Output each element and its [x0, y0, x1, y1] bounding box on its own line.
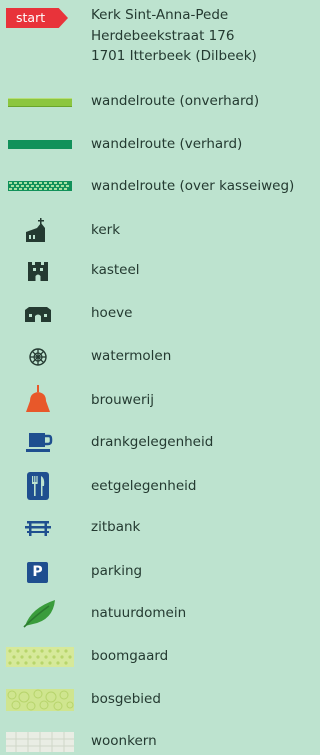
- legend-item-food: eetgelegenheid: [0, 472, 317, 500]
- legend-item-route-cobblestone: wandelroute (over kasseiweg): [0, 177, 317, 197]
- legend-label: kasteel: [91, 262, 140, 278]
- legend-item-route-unpaved: wandelroute (onverhard): [0, 92, 317, 112]
- fork-knife-icon: [27, 472, 49, 500]
- legend-item-orchard: boomgaard: [0, 646, 317, 668]
- brewery-icon: [26, 385, 50, 412]
- legend-item-residential: woonkern: [0, 731, 317, 753]
- residential-pattern: [6, 732, 74, 752]
- orchard-pattern: [6, 647, 74, 667]
- start-address-line-3: 1701 Itterbeek (Dilbeek): [91, 48, 257, 64]
- castle-icon: [28, 262, 48, 281]
- legend-item-church: kerk: [0, 218, 317, 244]
- legend-item-watermill: watermolen: [0, 346, 317, 368]
- legend-label: wandelroute (over kasseiweg): [91, 178, 295, 194]
- watermill-icon: [29, 348, 47, 366]
- legend-label: wandelroute (verhard): [91, 136, 243, 152]
- start-address-line-2: Herdebeekstraat 176: [91, 28, 235, 44]
- bench-icon: [25, 521, 51, 536]
- parking-icon: P: [27, 562, 48, 583]
- start-tag: start: [6, 8, 68, 28]
- legend-item-drinks: drankgelegenheid: [0, 431, 317, 455]
- legend-label: wandelroute (onverhard): [91, 93, 260, 109]
- legend-label: bosgebied: [91, 691, 161, 707]
- legend-label: kerk: [91, 222, 121, 238]
- legend-item-forest: bosgebied: [0, 688, 317, 712]
- legend-item-bench: zitbank: [0, 518, 317, 538]
- legend-label: parking: [91, 563, 143, 579]
- route-paved-line: [8, 140, 72, 149]
- start-address-line-1: Kerk Sint-Anna-Pede: [91, 7, 229, 23]
- forest-pattern: [6, 689, 74, 711]
- legend-label: drankgelegenheid: [91, 434, 214, 450]
- cup-icon: [26, 433, 53, 452]
- legend-label: watermolen: [91, 348, 172, 364]
- legend-label: natuurdomein: [91, 605, 187, 621]
- legend-item-farm: hoeve: [0, 304, 317, 324]
- legend-item-castle: kasteel: [0, 259, 317, 283]
- legend-item-route-paved: wandelroute (verhard): [0, 135, 317, 155]
- legend-item-brewery: brouwerij: [0, 385, 317, 413]
- legend-label: zitbank: [91, 519, 141, 535]
- legend-label: brouwerij: [91, 392, 155, 408]
- legend-start: start Kerk Sint-Anna-Pede Herdebeekstraa…: [0, 0, 317, 70]
- legend-item-nature: natuurdomein: [0, 598, 317, 628]
- church-icon: [26, 218, 45, 242]
- legend-label: woonkern: [91, 733, 157, 749]
- legend-label: boomgaard: [91, 648, 169, 664]
- route-unpaved-line: [8, 98, 72, 107]
- legend-item-parking: P parking: [0, 561, 317, 583]
- legend-label: eetgelegenheid: [91, 478, 197, 494]
- route-cobblestone-line: [8, 181, 72, 191]
- legend-label: hoeve: [91, 305, 133, 321]
- farm-icon: [25, 307, 51, 322]
- leaf-icon: [23, 600, 55, 628]
